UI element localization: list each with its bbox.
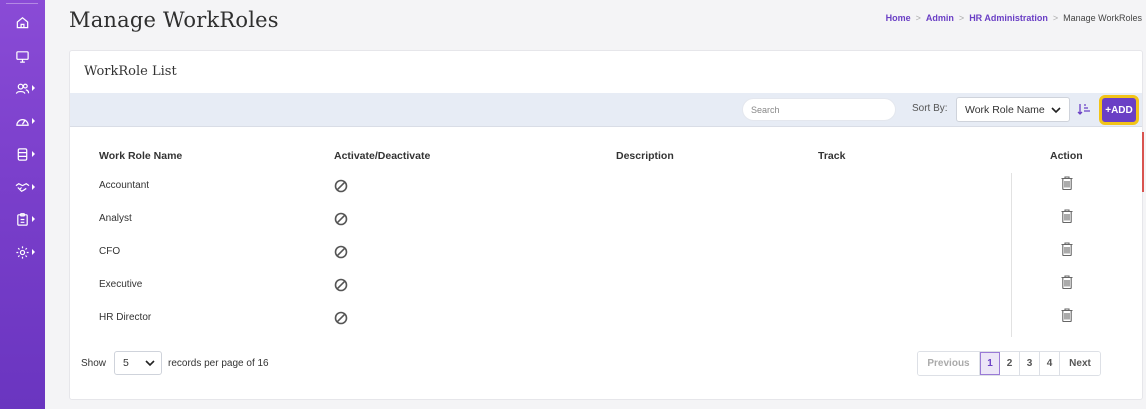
settings-gear-icon	[16, 245, 29, 259]
add-workrole-button[interactable]: +ADD	[1099, 95, 1139, 125]
breadcrumb-separator: >	[958, 13, 965, 23]
chevron-down-icon	[145, 360, 155, 367]
deactivate-icon[interactable]	[334, 212, 348, 226]
sort-by-label: Sort By:	[912, 103, 948, 114]
breadcrumb-admin-link[interactable]: Admin	[926, 13, 954, 23]
pagination-previous-button[interactable]: Previous	[918, 352, 980, 375]
expand-caret-icon	[32, 249, 35, 255]
breadcrumb-separator: >	[915, 13, 921, 23]
column-header-work-role-name[interactable]: Work Role Name	[99, 150, 182, 162]
scroll-indicator	[1142, 132, 1144, 192]
list-toolbar: Sort By: Work Role Name +ADD	[70, 93, 1142, 127]
deactivate-icon[interactable]	[334, 278, 348, 292]
expand-caret-icon	[32, 184, 35, 190]
search-input[interactable]	[742, 98, 896, 121]
column-header-description[interactable]: Description	[616, 150, 674, 162]
sidebar-item-settings[interactable]	[0, 240, 45, 264]
sidebar-divider	[6, 3, 38, 4]
pagination: Previous 1 2 3 4 Next	[917, 351, 1101, 376]
work-role-name: Analyst	[99, 213, 132, 224]
breadcrumb-current: Manage WorkRoles	[1063, 13, 1142, 23]
clipboard-icon	[17, 212, 28, 226]
sidebar-item-dashboard[interactable]	[0, 109, 45, 133]
pagination-page-1[interactable]: 1	[980, 352, 1000, 375]
delete-trash-icon[interactable]	[1060, 307, 1074, 323]
users-icon	[15, 83, 30, 94]
deactivate-icon[interactable]	[334, 311, 348, 325]
sidebar-item-clipboard[interactable]	[0, 207, 45, 231]
sort-by-select[interactable]: Work Role Name	[956, 97, 1070, 122]
database-icon	[17, 147, 28, 161]
records-per-page-label: records per page of 16	[168, 358, 269, 369]
column-header-action: Action	[1050, 150, 1083, 162]
sidebar-item-home[interactable]	[0, 10, 45, 34]
breadcrumb: Home > Admin > HR Administration > Manag…	[886, 13, 1142, 23]
sidebar-item-users[interactable]	[0, 76, 45, 100]
records-per-page-select[interactable]: 5	[114, 351, 162, 375]
work-role-name: Accountant	[99, 180, 150, 191]
records-per-page-value: 5	[123, 357, 129, 369]
home-icon	[16, 16, 29, 28]
delete-trash-icon[interactable]	[1060, 175, 1074, 191]
deactivate-icon[interactable]	[334, 245, 348, 259]
pagination-page-3[interactable]: 3	[1020, 352, 1040, 375]
handshake-icon	[15, 182, 30, 192]
delete-trash-icon[interactable]	[1060, 208, 1074, 224]
pagination-page-2[interactable]: 2	[1000, 352, 1020, 375]
breadcrumb-hr-admin-link[interactable]: HR Administration	[969, 13, 1048, 23]
monitor-icon	[16, 50, 29, 63]
sort-by-value: Work Role Name	[965, 103, 1045, 116]
column-header-activate-deactivate[interactable]: Activate/Deactivate	[334, 150, 430, 162]
dashboard-gauge-icon	[16, 118, 29, 126]
sidebar	[0, 0, 45, 409]
workrole-list-card: WorkRole List Sort By: Work Role Name +A…	[69, 50, 1144, 400]
delete-trash-icon[interactable]	[1060, 241, 1074, 257]
sidebar-item-database[interactable]	[0, 142, 45, 166]
column-divider	[1011, 173, 1012, 337]
breadcrumb-home-link[interactable]: Home	[886, 13, 911, 23]
pagination-page-4[interactable]: 4	[1040, 352, 1060, 375]
column-header-track[interactable]: Track	[818, 150, 845, 162]
expand-caret-icon	[32, 151, 35, 157]
sidebar-item-monitor[interactable]	[0, 44, 45, 68]
work-role-name: HR Director	[99, 312, 152, 323]
expand-caret-icon	[32, 216, 35, 222]
sidebar-item-handshake[interactable]	[0, 175, 45, 199]
work-role-name: CFO	[99, 246, 121, 257]
sort-direction-icon[interactable]	[1077, 102, 1091, 116]
show-label: Show	[81, 358, 107, 369]
expand-caret-icon	[32, 85, 35, 91]
page-title: Manage WorkRoles	[69, 8, 279, 32]
breadcrumb-separator: >	[1052, 13, 1059, 23]
chevron-down-icon	[1051, 107, 1061, 114]
deactivate-icon[interactable]	[334, 179, 348, 193]
work-role-name: Executive	[99, 279, 143, 290]
card-title: WorkRole List	[84, 64, 177, 79]
pagination-next-button[interactable]: Next	[1060, 352, 1100, 375]
expand-caret-icon	[32, 118, 35, 124]
delete-trash-icon[interactable]	[1060, 274, 1074, 290]
